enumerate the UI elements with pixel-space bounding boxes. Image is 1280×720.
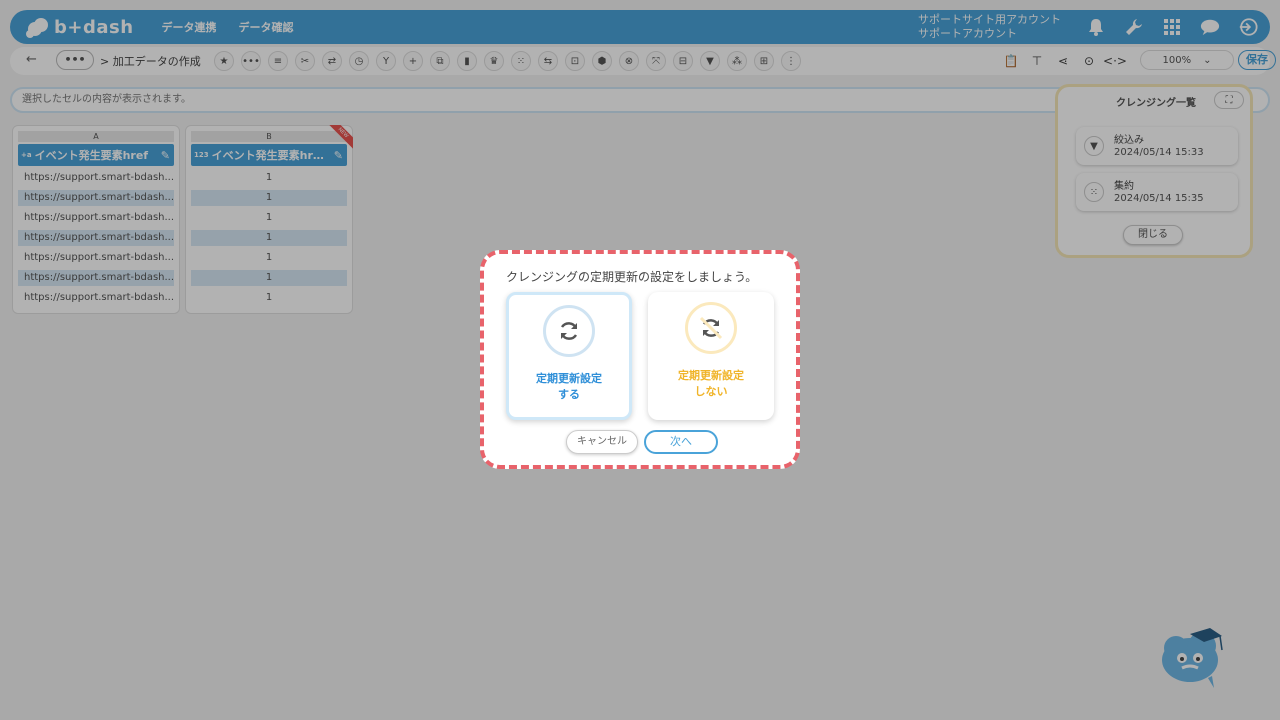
option-label-line1: 定期更新設定: [678, 369, 744, 382]
periodic-update-dialog: クレンジングの定期更新の設定をしましょう。 定期更新設定 する 定期更新設定 し…: [480, 250, 800, 469]
refresh-icon: [543, 305, 595, 357]
option-label-line2: する: [558, 388, 580, 401]
option-label-line2: しない: [694, 385, 728, 398]
refresh-disabled-icon: [685, 302, 737, 354]
option-label-line1: 定期更新設定: [536, 372, 602, 385]
option-disable-periodic-update[interactable]: 定期更新設定 しない: [648, 292, 774, 420]
option-enable-periodic-update[interactable]: 定期更新設定 する: [506, 292, 632, 420]
dialog-title: クレンジングの定期更新の設定をしましょう。: [506, 270, 758, 284]
cancel-button[interactable]: キャンセル: [566, 430, 638, 454]
next-button[interactable]: 次へ: [644, 430, 718, 454]
